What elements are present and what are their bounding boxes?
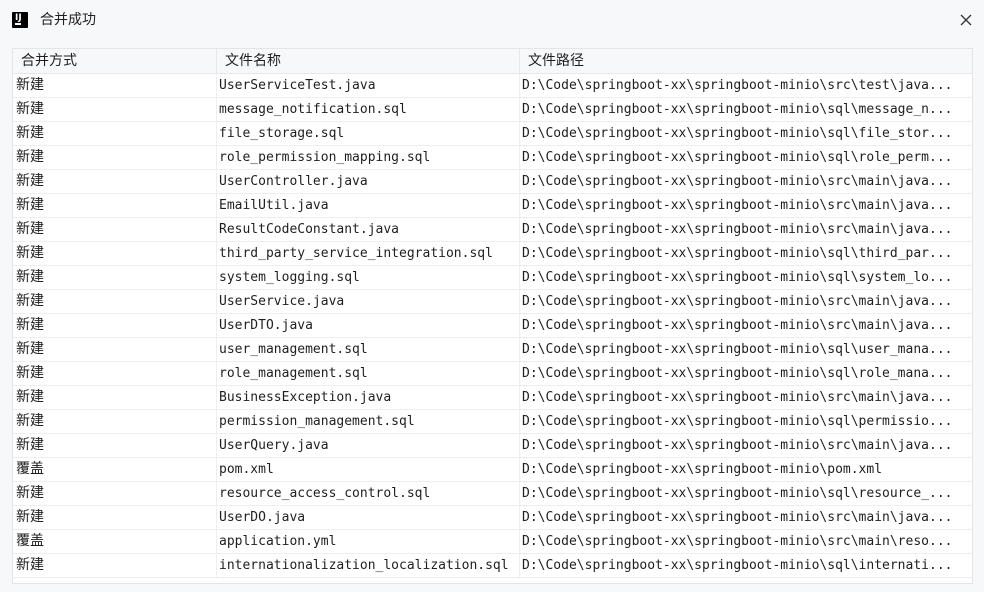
jetbrains-icon: IJ — [12, 12, 28, 28]
table-row[interactable]: 新建 user_management.sql D:\Code\springboot-… — [13, 338, 972, 362]
cell-file-path: D:\Code\springboot-xx\springboot-minio\s… — [522, 486, 953, 501]
table-row[interactable]: 新建 file_storage.sql D:\Code\springboot-xx\… — [13, 122, 972, 146]
cell-file-name: permission_management.sql — [217, 410, 520, 433]
cell-file-name: role_management.sql — [217, 362, 520, 385]
cell-merge-type: 新建 — [13, 290, 217, 313]
cell-file-name: EmailUtil.java — [217, 194, 520, 217]
cell-file-path: D:\Code\springboot-xx\springboot-minio\s… — [522, 270, 953, 285]
table-row[interactable]: 新建 UserServiceTest.java D:\Code\springboot… — [13, 74, 972, 98]
table-row[interactable]: 新建 UserQuery.java D:\Code\springboot-xx\sp… — [13, 434, 972, 458]
column-header-file-name[interactable]: 文件名称 — [217, 49, 520, 73]
cell-file-path: D:\Code\springboot-xx\springboot-minio\s… — [522, 414, 953, 429]
cell-file-path: D:\Code\springboot-xx\springboot-minio\s… — [522, 558, 953, 573]
table-header: 合并方式 文件名称 文件路径 — [13, 49, 972, 74]
cell-merge-type: 新建 — [13, 506, 217, 529]
cell-merge-type: 新建 — [13, 482, 217, 505]
cell-file-name: message_notification.sql — [217, 98, 520, 121]
cell-file-name: file_storage.sql — [217, 122, 520, 145]
cell-file-name: system_logging.sql — [217, 266, 520, 289]
close-icon — [960, 14, 972, 26]
table-row[interactable]: 新建 UserController.java D:\Code\springboot-… — [13, 170, 972, 194]
cell-file-name: UserService.java — [217, 290, 520, 313]
cell-merge-type: 新建 — [13, 554, 217, 577]
title-bar: IJ 合并成功 — [0, 0, 984, 40]
cell-merge-type: 新建 — [13, 74, 217, 97]
table-row[interactable]: 新建 BusinessException.java D:\Code\springbo… — [13, 386, 972, 410]
close-button[interactable] — [954, 8, 978, 32]
table-row[interactable]: 新建 UserDTO.java D:\Code\springboot-xx\spri… — [13, 314, 972, 338]
cell-file-path: D:\Code\springboot-xx\springboot-minio\s… — [522, 390, 953, 405]
dialog-title: 合并成功 — [40, 12, 96, 28]
cell-file-path: D:\Code\springboot-xx\springboot-minio\s… — [522, 534, 953, 549]
cell-merge-type: 新建 — [13, 194, 217, 217]
cell-merge-type: 新建 — [13, 362, 217, 385]
table-row[interactable]: 新建 role_management.sql D:\Code\springboot-… — [13, 362, 972, 386]
cell-file-name: BusinessException.java — [217, 386, 520, 409]
cell-merge-type: 新建 — [13, 386, 217, 409]
cell-file-name: UserServiceTest.java — [217, 74, 520, 97]
cell-file-name: third_party_service_integration.sql — [217, 242, 520, 265]
cell-file-path: D:\Code\springboot-xx\springboot-minio\s… — [522, 294, 953, 309]
cell-file-path: D:\Code\springboot-xx\springboot-minio\s… — [522, 126, 953, 141]
cell-merge-type: 新建 — [13, 242, 217, 265]
table-row[interactable]: 覆盖 pom.xml D:\Code\springboot-xx\springboo… — [13, 458, 972, 482]
cell-file-path: D:\Code\springboot-xx\springboot-minio\s… — [522, 222, 953, 237]
cell-file-name: UserDO.java — [217, 506, 520, 529]
cell-file-path: D:\Code\springboot-xx\springboot-minio\s… — [522, 438, 953, 453]
table-row[interactable]: 覆盖 application.yml D:\Code\springboot-xx\s… — [13, 530, 972, 554]
table-row[interactable]: 新建 UserDO.java D:\Code\springboot-xx\sprin… — [13, 506, 972, 530]
cell-file-path: D:\Code\springboot-xx\springboot-minio\s… — [522, 366, 953, 381]
table-body: 新建 UserServiceTest.java D:\Code\springboot… — [13, 74, 972, 578]
cell-file-name: user_management.sql — [217, 338, 520, 361]
cell-file-path: D:\Code\springboot-xx\springboot-minio\p… — [522, 462, 883, 477]
table-row[interactable]: 新建 ResultCodeConstant.java D:\Code\springb… — [13, 218, 972, 242]
cell-file-name: resource_access_control.sql — [217, 482, 520, 505]
cell-file-path: D:\Code\springboot-xx\springboot-minio\s… — [522, 342, 953, 357]
table-row[interactable]: 新建 third_party_service_integration.sql D:\… — [13, 242, 972, 266]
table-row[interactable]: 新建 role_permission_mapping.sql D:\Code\spr… — [13, 146, 972, 170]
cell-merge-type: 新建 — [13, 98, 217, 121]
cell-file-path: D:\Code\springboot-xx\springboot-minio\s… — [522, 318, 953, 333]
cell-file-path: D:\Code\springboot-xx\springboot-minio\s… — [522, 510, 953, 525]
column-header-file-path[interactable]: 文件路径 — [520, 49, 972, 73]
cell-merge-type: 新建 — [13, 122, 217, 145]
cell-file-path: D:\Code\springboot-xx\springboot-minio\s… — [522, 78, 953, 93]
cell-merge-type: 新建 — [13, 218, 217, 241]
cell-file-name: UserQuery.java — [217, 434, 520, 457]
column-header-merge-type[interactable]: 合并方式 — [13, 49, 217, 73]
cell-file-name: ResultCodeConstant.java — [217, 218, 520, 241]
table-row[interactable]: 新建 internationalization_localization.sql D… — [13, 554, 972, 578]
cell-file-name: role_permission_mapping.sql — [217, 146, 520, 169]
cell-merge-type: 新建 — [13, 146, 217, 169]
cell-file-path: D:\Code\springboot-xx\springboot-minio\s… — [522, 150, 953, 165]
table-row[interactable]: 新建 EmailUtil.java D:\Code\springboot-xx\sp… — [13, 194, 972, 218]
cell-file-path: D:\Code\springboot-xx\springboot-minio\s… — [522, 102, 953, 117]
table-row[interactable]: 新建 resource_access_control.sql D:\Code\spr… — [13, 482, 972, 506]
table-row[interactable]: 新建 message_notification.sql D:\Code\spring… — [13, 98, 972, 122]
cell-file-path: D:\Code\springboot-xx\springboot-minio\s… — [522, 198, 953, 213]
cell-file-name: UserDTO.java — [217, 314, 520, 337]
cell-file-name: internationalization_localization.sql — [217, 554, 520, 577]
cell-merge-type: 新建 — [13, 170, 217, 193]
merge-result-table[interactable]: 合并方式 文件名称 文件路径 新建 UserServiceTest.java D:\… — [12, 48, 973, 584]
cell-file-name: UserController.java — [217, 170, 520, 193]
cell-merge-type: 新建 — [13, 314, 217, 337]
cell-merge-type: 覆盖 — [13, 530, 217, 553]
cell-merge-type: 新建 — [13, 410, 217, 433]
cell-merge-type: 覆盖 — [13, 458, 217, 481]
table-row[interactable]: 新建 permission_management.sql D:\Code\sprin… — [13, 410, 972, 434]
cell-merge-type: 新建 — [13, 338, 217, 361]
cell-file-name: pom.xml — [217, 458, 520, 481]
table-row[interactable]: 新建 system_logging.sql D:\Code\springboot-x… — [13, 266, 972, 290]
table-row[interactable]: 新建 UserService.java D:\Code\springboot-xx\… — [13, 290, 972, 314]
cell-merge-type: 新建 — [13, 434, 217, 457]
cell-file-name: application.yml — [217, 530, 520, 553]
cell-file-path: D:\Code\springboot-xx\springboot-minio\s… — [522, 174, 953, 189]
cell-merge-type: 新建 — [13, 266, 217, 289]
cell-file-path: D:\Code\springboot-xx\springboot-minio\s… — [522, 246, 953, 261]
